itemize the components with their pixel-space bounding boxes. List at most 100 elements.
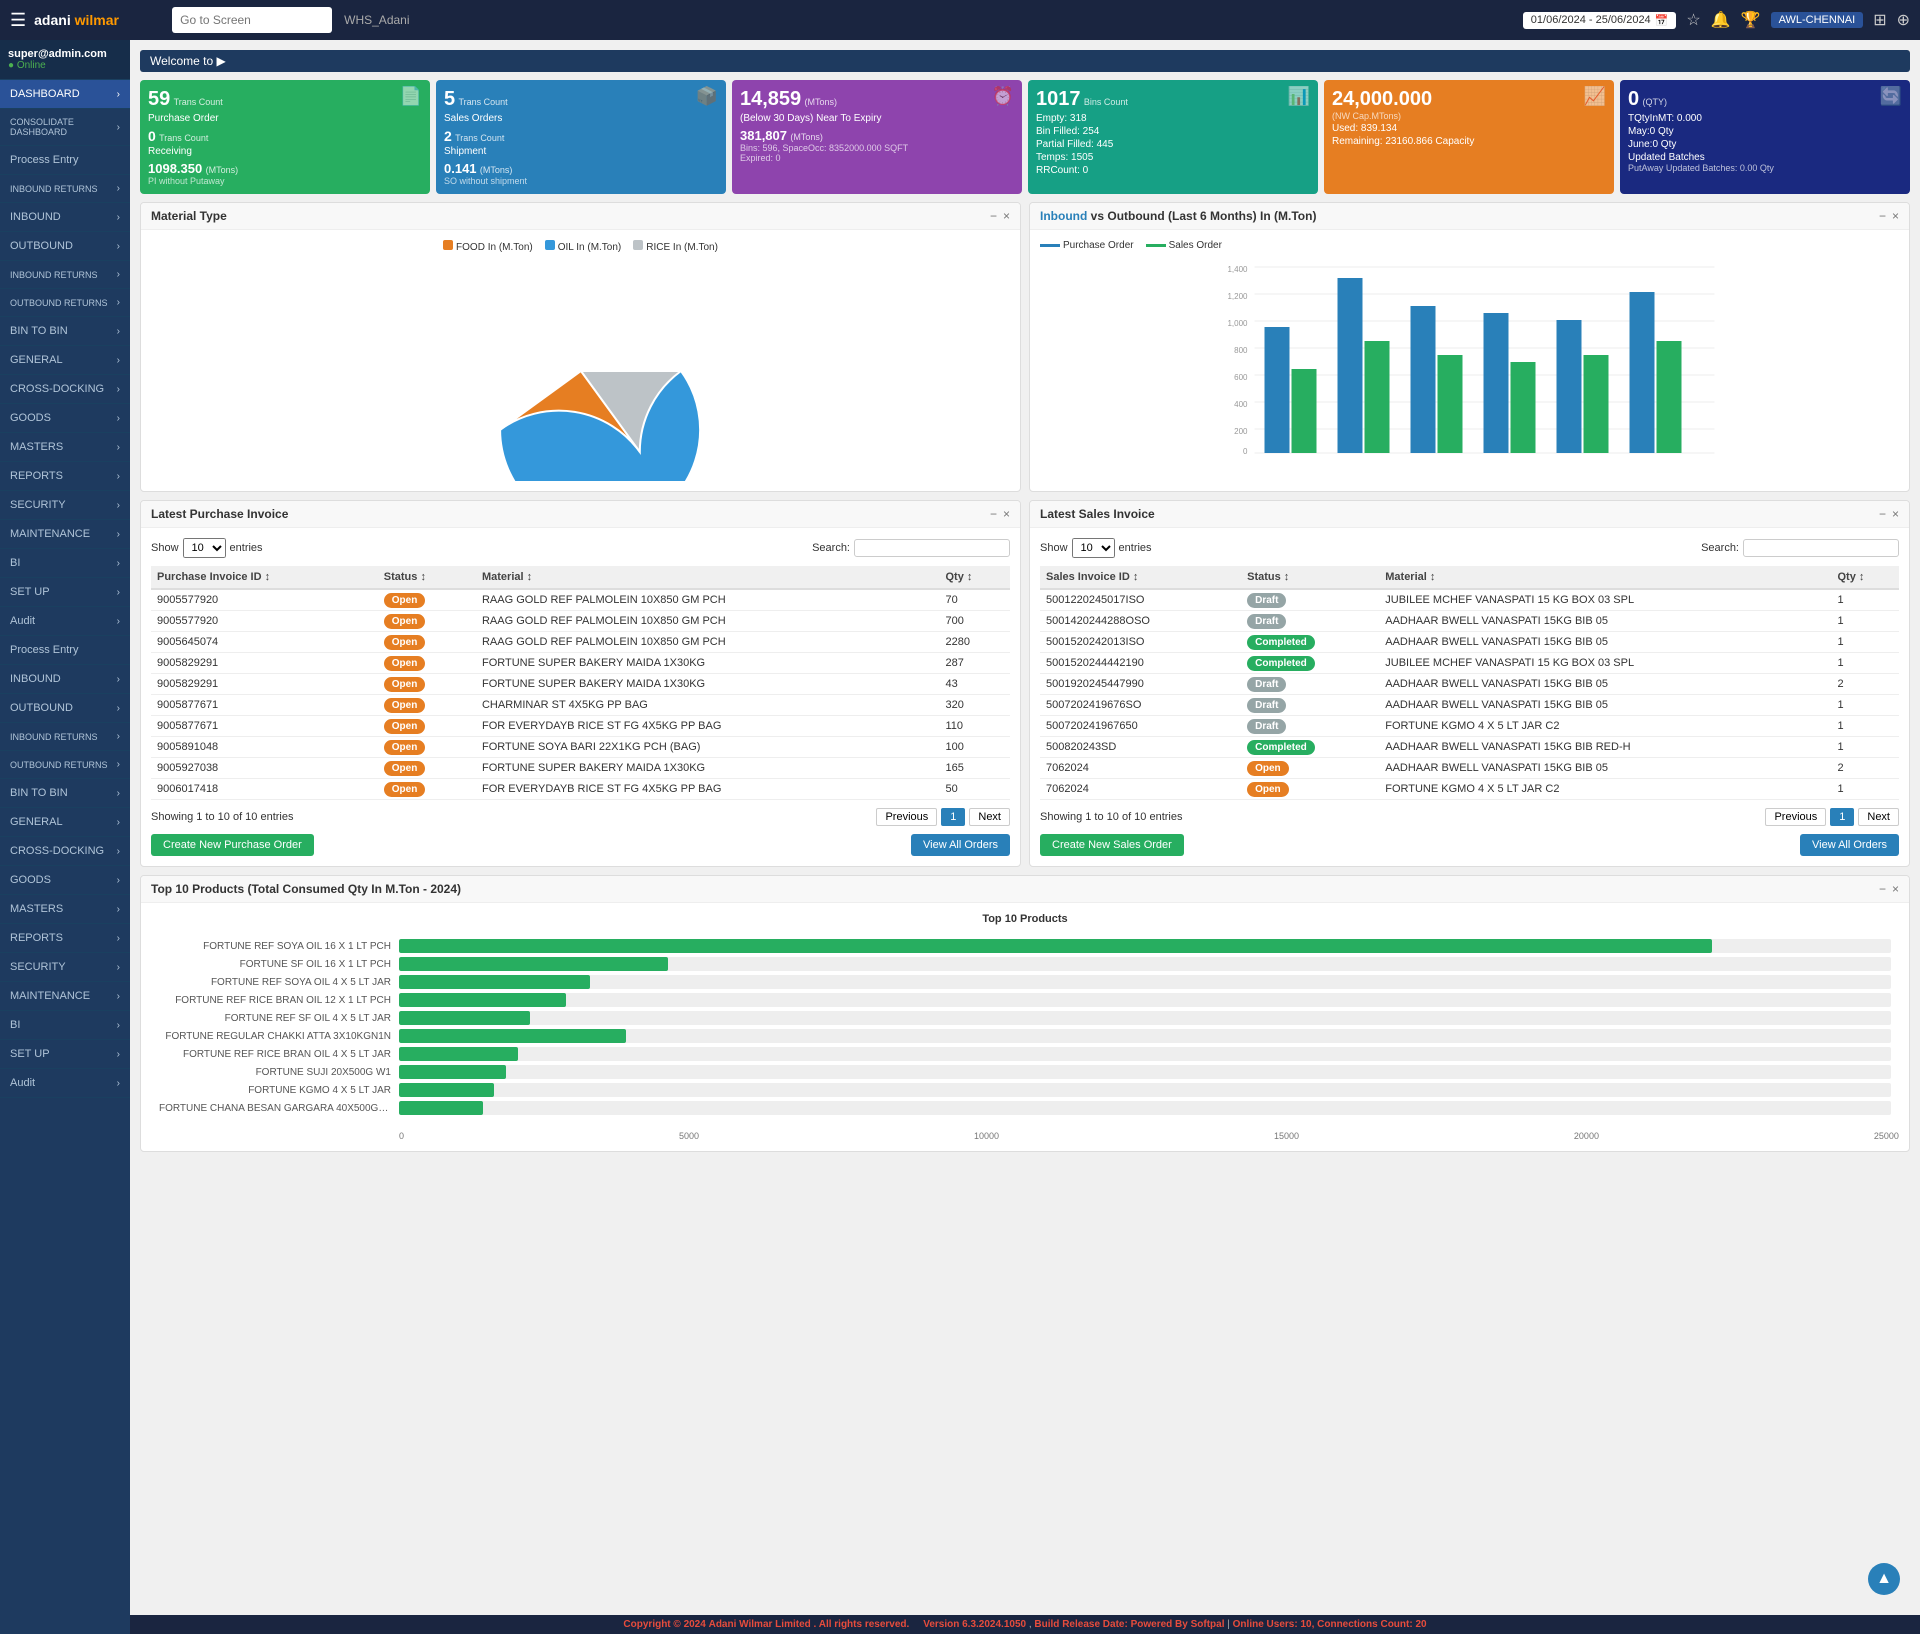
sidebar-item-bi-2[interactable]: BI›: [0, 1011, 130, 1040]
bar-fill: [399, 975, 590, 989]
sidebar-item-cross-docking[interactable]: CROSS-DOCKING›: [0, 375, 130, 404]
purchase-entries-select[interactable]: 102550: [183, 538, 226, 558]
grid-icon[interactable]: ⊞: [1873, 10, 1886, 30]
create-sales-order-btn[interactable]: Create New Sales Order: [1040, 834, 1184, 856]
sales-page-1-btn[interactable]: 1: [1830, 808, 1854, 826]
sidebar-item-setup-2[interactable]: SET UP›: [0, 1040, 130, 1069]
sidebar-item-general[interactable]: GENERAL›: [0, 346, 130, 375]
sidebar-item-consolidate[interactable]: CONSOLIDATE DASHBOARD›: [0, 109, 130, 146]
minimize-material-btn[interactable]: −: [990, 209, 997, 223]
sidebar-item-outbound-ret-2[interactable]: OUTBOUND RETURNS›: [0, 751, 130, 779]
purchase-material-cell: FOR EVERYDAYB RICE ST FG 4X5KG PP BAG: [476, 779, 939, 800]
purchase-id-cell: 9005577920: [151, 589, 378, 611]
sidebar-item-inbound-returns-2[interactable]: INBOUND RETURNS›: [0, 261, 130, 289]
sidebar-item-general-2[interactable]: GENERAL›: [0, 808, 130, 837]
purchase-invoice-panel: Latest Purchase Invoice − × Show 102550: [140, 500, 1021, 867]
sidebar-item-setup[interactable]: SET UP›: [0, 578, 130, 607]
location-badge[interactable]: AWL-CHENNAI: [1771, 12, 1864, 28]
sidebar-item-audit[interactable]: Audit›: [0, 607, 130, 636]
date-range[interactable]: 01/06/2024 - 25/06/2024 📅: [1523, 12, 1677, 29]
bell-icon[interactable]: 🔔: [1711, 10, 1731, 30]
scroll-top-btn[interactable]: ▲: [1868, 1563, 1900, 1595]
bar-track: [399, 1011, 1891, 1025]
sidebar-item-outbound-returns[interactable]: OUTBOUND RETURNS›: [0, 289, 130, 317]
sidebar-item-inbound-ret-2[interactable]: INBOUND RETURNS›: [0, 723, 130, 751]
minimize-inbound-btn[interactable]: −: [1879, 209, 1886, 223]
build: Build Release Date:: [1034, 1619, 1127, 1630]
sidebar-item-inbound[interactable]: INBOUND›: [0, 203, 130, 232]
bar-fill: [399, 939, 1712, 953]
close-top10-btn[interactable]: ×: [1892, 882, 1899, 896]
panel-controls-purchase: − ×: [990, 507, 1010, 521]
purchase-status-cell: Open: [378, 758, 476, 779]
sidebar-item-security[interactable]: SECURITY›: [0, 491, 130, 520]
sidebar-item-process-2[interactable]: Process Entry: [0, 636, 130, 665]
sales-entries-select[interactable]: 102550: [1072, 538, 1115, 558]
sales-material-cell: AADHAAR BWELL VANASPATI 15KG BIB 05: [1379, 758, 1831, 779]
sidebar-item-goods-2[interactable]: GOODS›: [0, 866, 130, 895]
list-item: FORTUNE CHANA BESAN GARGARA 40X500G PCH: [159, 1101, 1891, 1115]
purchase-prev-btn[interactable]: Previous: [876, 808, 937, 826]
close-purchase-btn[interactable]: ×: [1003, 507, 1010, 521]
minimize-purchase-btn[interactable]: −: [990, 507, 997, 521]
bar-label: FORTUNE REF SF OIL 4 X 5 LT JAR: [159, 1013, 399, 1024]
sidebar-item-inbound-returns-1[interactable]: INBOUND RETURNS›: [0, 175, 130, 203]
inbound-outbound-panel: Inbound vs Outbound (Last 6 Months) In (…: [1029, 202, 1910, 492]
view-all-sales-btn[interactable]: View All Orders: [1800, 834, 1899, 856]
sidebar-item-goods[interactable]: GOODS›: [0, 404, 130, 433]
hamburger-icon[interactable]: ☰: [10, 10, 26, 31]
sales-status-cell: Draft: [1241, 716, 1379, 737]
minimize-top10-btn[interactable]: −: [1879, 882, 1886, 896]
sidebar-item-masters-2[interactable]: MASTERS›: [0, 895, 130, 924]
search-box[interactable]: [172, 7, 332, 33]
sidebar-item-bin-to-bin[interactable]: BIN TO BIN›: [0, 317, 130, 346]
table-row: 7062024 Open AADHAAR BWELL VANASPATI 15K…: [1040, 758, 1899, 779]
bar-track: [399, 1065, 1891, 1079]
sidebar-item-masters[interactable]: MASTERS›: [0, 433, 130, 462]
sidebar-item-outbound-2[interactable]: OUTBOUND›: [0, 694, 130, 723]
calendar-icon[interactable]: 📅: [1655, 14, 1669, 27]
sales-next-btn[interactable]: Next: [1858, 808, 1899, 826]
close-inbound-btn[interactable]: ×: [1892, 209, 1899, 223]
sales-count: 5: [444, 88, 455, 110]
close-sales-btn[interactable]: ×: [1892, 507, 1899, 521]
table-row: 5001920245447990 Draft AADHAAR BWELL VAN…: [1040, 674, 1899, 695]
sidebar-item-outbound[interactable]: OUTBOUND›: [0, 232, 130, 261]
sidebar-item-audit-2[interactable]: Audit›: [0, 1069, 130, 1098]
sidebar-item-reports[interactable]: REPORTS›: [0, 462, 130, 491]
purchase-next-btn[interactable]: Next: [969, 808, 1010, 826]
table-row: 5001520242013ISO Completed AADHAAR BWELL…: [1040, 632, 1899, 653]
sidebar-item-security-2[interactable]: SECURITY›: [0, 953, 130, 982]
search-input[interactable]: [172, 13, 332, 27]
purchase-label: Purchase Order: [148, 113, 422, 124]
sidebar-item-process[interactable]: Process Entry: [0, 146, 130, 175]
top10-panel: Top 10 Products (Total Consumed Qty In M…: [140, 875, 1910, 1152]
purchase-page-1-btn[interactable]: 1: [941, 808, 965, 826]
bar-track: [399, 1029, 1891, 1043]
material-chart-title: Material Type: [151, 209, 227, 223]
purchase-material-cell: FORTUNE SUPER BAKERY MAIDA 1X30KG: [476, 758, 939, 779]
sidebar-item-bi[interactable]: BI›: [0, 549, 130, 578]
purchase-status-cell: Open: [378, 695, 476, 716]
list-item: FORTUNE REF RICE BRAN OIL 12 X 1 LT PCH: [159, 993, 1891, 1007]
sales-prev-btn[interactable]: Previous: [1765, 808, 1826, 826]
create-purchase-order-btn[interactable]: Create New Purchase Order: [151, 834, 314, 856]
trophy-icon[interactable]: 🏆: [1741, 10, 1761, 30]
receiving-label: Receiving: [148, 146, 422, 157]
sidebar-item-dashboard[interactable]: DASHBOARD›: [0, 80, 130, 109]
star-icon[interactable]: ☆: [1686, 10, 1700, 30]
stat-card-batches: 🔄 0 (QTY) TQtyInMT: 0.000 May:0 Qty June…: [1620, 80, 1910, 194]
stat-card-purchase: 📄 59 Trans Count Purchase Order 0 Trans …: [140, 80, 430, 194]
close-material-btn[interactable]: ×: [1003, 209, 1010, 223]
sidebar-item-bin2bin-2[interactable]: BIN TO BIN›: [0, 779, 130, 808]
minimize-sales-btn[interactable]: −: [1879, 507, 1886, 521]
purchase-search-input[interactable]: [854, 539, 1010, 557]
sidebar-item-reports-2[interactable]: REPORTS›: [0, 924, 130, 953]
sidebar-item-cross-2[interactable]: CROSS-DOCKING›: [0, 837, 130, 866]
network-icon[interactable]: ⊕: [1897, 10, 1910, 30]
sidebar-item-maintenance[interactable]: MAINTENANCE›: [0, 520, 130, 549]
sidebar-item-inbound-2[interactable]: INBOUND›: [0, 665, 130, 694]
view-all-purchase-btn[interactable]: View All Orders: [911, 834, 1010, 856]
sidebar-item-maintenance-2[interactable]: MAINTENANCE›: [0, 982, 130, 1011]
sales-search-input[interactable]: [1743, 539, 1899, 557]
